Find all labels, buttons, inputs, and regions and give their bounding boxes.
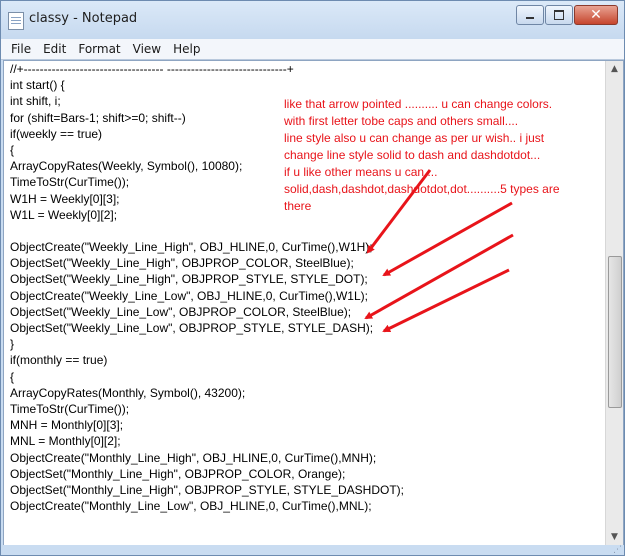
menu-bar: File Edit Format View Help [1,39,624,60]
annotation-line: there [284,199,312,213]
code-line: ObjectCreate("Monthly_Line_High", OBJ_HL… [10,450,377,465]
menu-file[interactable]: File [5,42,37,56]
minimize-button[interactable] [516,5,544,25]
code-line: if(monthly == true) [10,353,108,368]
resize-grip-icon[interactable]: ⋰ [613,545,622,555]
menu-help[interactable]: Help [167,42,206,56]
code-line: TimeToStr(CurTime()); [10,401,130,416]
scroll-thumb[interactable] [608,256,622,408]
code-line: ObjectSet("Weekly_Line_Low", OBJPROP_STY… [10,321,374,335]
code-line: MNH = Monthly[0][3]; [10,418,124,433]
annotation-line: line style also u can change as per ur w… [284,131,545,145]
status-bar: ⋰ [1,545,624,555]
menu-edit[interactable]: Edit [37,42,72,56]
scroll-up-icon[interactable]: ▲ [606,61,623,78]
code-line: ArrayCopyRates(Monthly, Symbol(), 43200)… [10,385,246,400]
window-controls: ✕ [515,5,618,25]
maximize-button[interactable] [545,5,573,25]
code-line: ObjectSet("Weekly_Line_Low", OBJPROP_COL… [10,304,352,319]
code-line: } [10,337,15,352]
maximize-icon [554,10,564,20]
close-button[interactable]: ✕ [574,5,618,25]
code-line: { [10,369,15,384]
annotation-line: like that arrow pointed .......... u can… [284,97,553,111]
annotation-line: if u like other means u can ... [284,165,438,179]
code-line: ObjectSet("Monthly_Line_High", OBJPROP_S… [10,482,405,497]
menu-format[interactable]: Format [72,42,126,56]
code-line: MNL = Monthly[0][2]; [10,434,121,449]
code-line: //+----------------------------------- -… [10,62,294,76]
title-bar[interactable]: classy - Notepad ✕ [1,1,624,39]
code-line: ObjectCreate("Weekly_Line_High", OBJ_HLI… [10,240,373,255]
close-icon: ✕ [590,7,602,23]
code-line: ObjectSet("Monthly_Line_High", OBJPROP_C… [10,466,346,481]
scroll-down-icon[interactable]: ▼ [606,529,623,546]
annotation-line: with first letter tobe caps and others s… [284,114,519,128]
code-line: ObjectCreate("Monthly_Line_Low", OBJ_HLI… [10,499,372,514]
menu-view[interactable]: View [127,42,167,56]
code-line: ObjectSet("Weekly_Line_High", OBJPROP_ST… [10,272,368,287]
annotation-line: change line style solid to dash and dash… [284,148,541,162]
code-line: ObjectSet("Weekly_Line_High", OBJPROP_CO… [10,256,354,271]
window-title: classy - Notepad [29,11,138,26]
red-annotation-text: like that arrow pointed .......... u can… [284,96,614,215]
code-line: ObjectCreate("Weekly_Line_Low", OBJ_HLIN… [10,288,368,303]
annotation-line: solid,dash,dashdot,dashdotdot,dot.......… [284,182,560,196]
notepad-icon [8,12,24,30]
notepad-window: classy - Notepad ✕ File Edit Format View… [0,0,625,556]
code-line: int start() { [10,78,65,93]
minimize-icon [526,17,534,19]
